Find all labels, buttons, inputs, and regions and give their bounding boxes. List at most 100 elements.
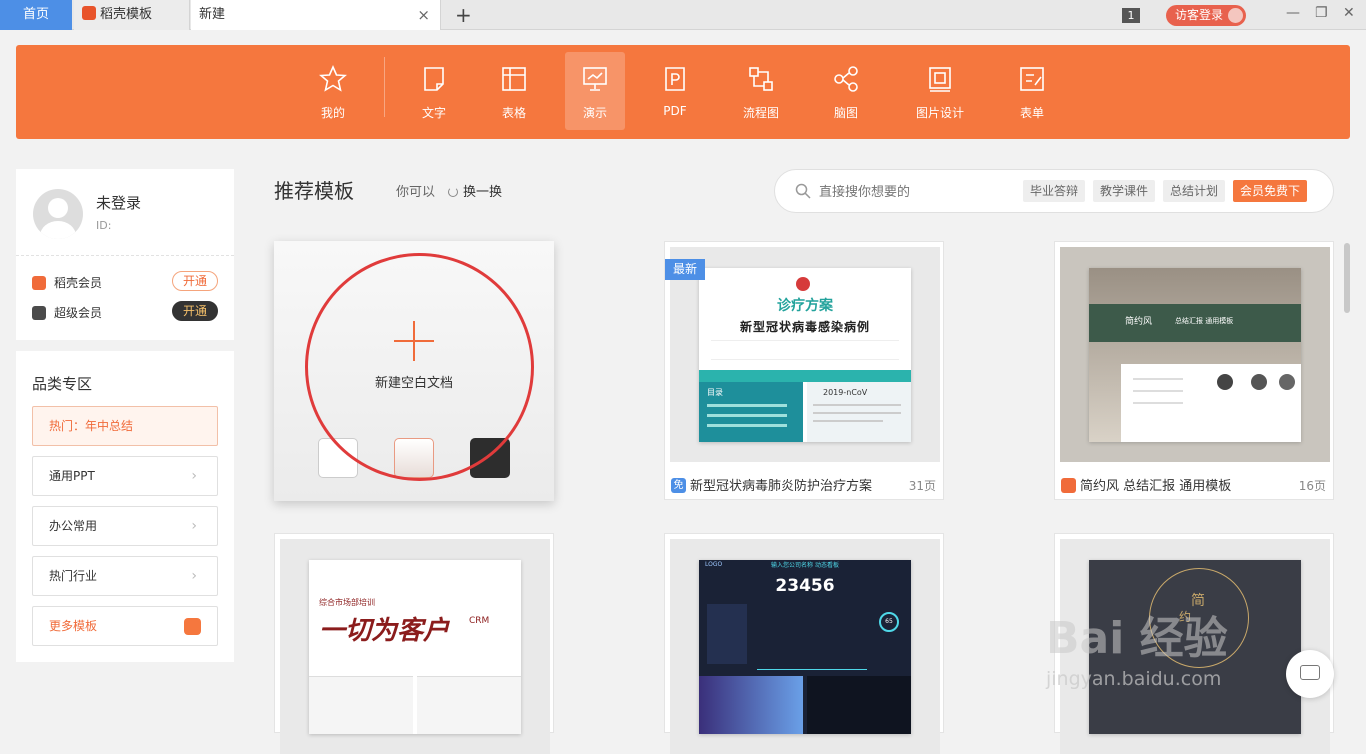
search-box[interactable]: 毕业答辩 教学课件 总结计划 会员免费下 (774, 169, 1334, 213)
template-card[interactable]: 综合市场部培训 一切为客户 CRM (274, 533, 554, 733)
open-docer-member-button[interactable]: 开通 (172, 271, 218, 291)
thumb-title: 诊疗方案 (699, 295, 911, 315)
category-item-general-ppt[interactable]: 通用PPT› (32, 456, 218, 496)
form-icon (1018, 65, 1046, 93)
template-thumbnail[interactable]: 诊疗方案 新型冠状病毒感染病例 目录 2019-nCoV (670, 247, 940, 462)
category-item-label: 办公常用 (49, 519, 97, 533)
template-card[interactable]: LOGO 输入您公司名称 动态看板 23456 65 (664, 533, 944, 733)
super-member-label: 超级会员 (54, 306, 102, 320)
watermark-url: jingyan.baidu.com (1046, 668, 1221, 690)
new-blank-document-card[interactable]: 新建空白文档 (274, 241, 554, 501)
thumb-tag: CRM (469, 616, 489, 626)
search-tag-vip-free[interactable]: 会员免费下 (1233, 180, 1307, 202)
watermark: Bai 经验 (1046, 602, 1228, 666)
guest-login-button[interactable]: 访客登录 (1166, 5, 1246, 26)
restore-button[interactable]: ❐ (1315, 5, 1328, 21)
recommend-title: 推荐模板 (274, 175, 354, 204)
star-icon (319, 65, 347, 93)
category-item-label: 通用PPT (49, 469, 95, 483)
template-card[interactable]: 简约风 总结汇报 通用模板 简约风 总结汇报 通用模板 16页 (1054, 241, 1334, 500)
scrollbar[interactable] (1344, 243, 1350, 313)
template-card[interactable]: 诊疗方案 新型冠状病毒感染病例 目录 2019-nCoV 最新 免新型冠状病毒肺… (664, 241, 944, 500)
category-presentation[interactable]: 演示 (565, 52, 625, 130)
category-item-hot[interactable]: 热门：年中总结 (32, 406, 218, 446)
template-title[interactable]: 简约风 总结汇报 通用模板 (1061, 475, 1329, 494)
chat-icon (1300, 665, 1320, 680)
super-member-icon (32, 306, 46, 320)
tab-home-label: 首页 (23, 7, 49, 22)
more-templates-button[interactable]: 更多模板 (32, 606, 218, 646)
window-count-badge[interactable]: 1 (1122, 8, 1140, 23)
avatar-icon (1228, 8, 1243, 23)
category-item-industry[interactable]: 热门行业 › (32, 556, 218, 596)
search-tag-graduation[interactable]: 毕业答辩 (1023, 180, 1085, 202)
thumb-subtitle: 新型冠状病毒感染病例 (699, 318, 911, 335)
category-flowchart[interactable]: 流程图 (731, 52, 791, 130)
thumb-year: 2019-nCoV (823, 388, 867, 397)
thumb-subtitle: 总结汇报 通用模板 (1175, 316, 1233, 326)
category-form[interactable]: 表单 (1002, 52, 1062, 130)
category-item-office[interactable]: 办公常用 › (32, 506, 218, 546)
presentation-icon (581, 65, 609, 93)
chevron-right-icon: › (191, 557, 197, 595)
category-label: 流程图 (731, 104, 791, 121)
close-window-button[interactable]: ✕ (1343, 5, 1355, 21)
newest-badge: 最新 (665, 259, 705, 280)
tab-docer-templates[interactable]: 稻壳模板 (74, 0, 190, 30)
template-title[interactable]: 免新型冠状病毒肺炎防护治疗方案 (671, 475, 939, 494)
category-mine[interactable]: 我的 (303, 52, 363, 130)
category-zone: 品类专区 热门：年中总结 通用PPT› 办公常用 › 热门行业 › 更多模板 (16, 351, 234, 662)
username[interactable]: 未登录 (96, 192, 141, 213)
minimize-button[interactable]: — (1286, 5, 1300, 21)
flowchart-icon (747, 65, 775, 93)
search-tag-courseware[interactable]: 教学课件 (1093, 180, 1155, 202)
swatch-dark[interactable] (470, 438, 510, 478)
category-label: 我的 (303, 104, 363, 121)
category-zone-title: 品类专区 (32, 373, 92, 394)
user-id: ID: (96, 219, 111, 232)
tab-home[interactable]: 首页 (0, 0, 72, 30)
template-thumbnail[interactable]: LOGO 输入您公司名称 动态看板 23456 65 (670, 539, 940, 754)
tab-new-label: 新建 (199, 7, 225, 22)
search-tag-summary[interactable]: 总结计划 (1163, 180, 1225, 202)
category-label: 演示 (565, 104, 625, 121)
chat-button[interactable] (1286, 650, 1334, 698)
category-mindmap[interactable]: 脑图 (816, 52, 876, 130)
swatch-warm[interactable] (394, 438, 434, 478)
category-spreadsheet[interactable]: 表格 (484, 52, 544, 130)
tab-bar: 首页 稻壳模板 新建 × + 1 访客登录 — ❐ ✕ (0, 0, 1366, 30)
add-tab-button[interactable]: + (455, 0, 472, 30)
new-blank-document-label: 新建空白文档 (274, 372, 554, 391)
thumb-subtitle: 综合市场部培训 (319, 597, 375, 608)
medical-cross-icon (796, 277, 810, 291)
template-thumbnail[interactable]: 简约风 总结汇报 通用模板 (1060, 247, 1330, 462)
category-item-label: 更多模板 (49, 619, 97, 633)
thumb-title: 一切为客户 (319, 610, 449, 647)
page-count: 16页 (1299, 477, 1326, 494)
swatch-white[interactable] (318, 438, 358, 478)
search-input[interactable] (819, 181, 1019, 203)
user-panel: 未登录 ID: 稻壳会员 开通 超级会员 开通 (16, 169, 234, 340)
shuffle-button[interactable]: 换一换 (448, 181, 502, 200)
page-count: 31页 (909, 477, 936, 494)
category-pdf[interactable]: PDF (645, 52, 705, 130)
document-icon (420, 65, 448, 93)
recommend-hint: 你可以 (396, 181, 435, 200)
template-thumbnail[interactable]: 综合市场部培训 一切为客户 CRM (280, 539, 550, 754)
avatar[interactable] (33, 189, 83, 239)
category-item-label: 热门：年中总结 (49, 419, 133, 433)
category-image-design[interactable]: 图片设计 (910, 52, 970, 130)
category-label: 表格 (484, 104, 544, 121)
docer-logo-icon (82, 6, 96, 20)
tab-new[interactable]: 新建 × (191, 0, 441, 30)
category-label: 脑图 (816, 104, 876, 121)
divider (16, 255, 234, 256)
open-super-member-button[interactable]: 开通 (172, 301, 218, 321)
chevron-right-icon: › (191, 507, 197, 545)
thumb-subtitle: 输入您公司名称 动态看板 (699, 560, 911, 569)
docer-member-label: 稻壳会员 (54, 276, 102, 290)
category-item-label: 热门行业 (49, 569, 97, 583)
category-writer[interactable]: 文字 (404, 52, 464, 130)
close-tab-icon[interactable]: × (417, 0, 430, 30)
thumb-gauge: 65 (879, 612, 899, 632)
